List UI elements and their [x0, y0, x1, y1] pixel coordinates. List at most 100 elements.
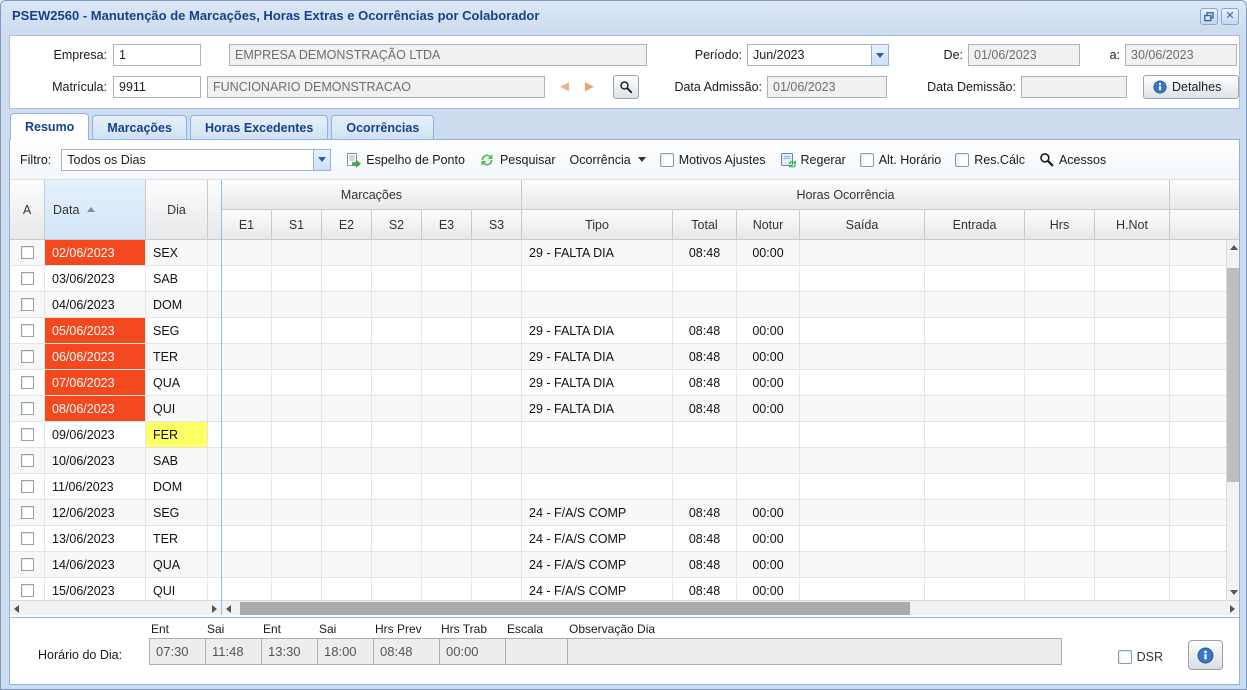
grid-row[interactable]: 07/06/2023QUA [10, 370, 221, 396]
dsr-checkbox-box[interactable] [1118, 650, 1132, 664]
grid-row[interactable]: 09/06/2023FER [10, 422, 221, 448]
prev-record-icon[interactable]: ◄ [557, 75, 572, 99]
row-select-checkbox[interactable] [21, 454, 34, 467]
motivos-ajustes-checkbox-box[interactable] [660, 153, 674, 167]
column-header-h-not[interactable]: H.Not [1095, 210, 1170, 240]
column-header-hrs[interactable]: Hrs [1025, 210, 1095, 240]
acessos-button[interactable]: Acessos [1039, 152, 1106, 167]
scroll-up-icon[interactable] [1227, 240, 1240, 255]
cell-data[interactable]: 03/06/2023 [45, 266, 146, 292]
day-info-button[interactable] [1188, 640, 1223, 670]
cell-data[interactable]: 05/06/2023 [45, 318, 146, 344]
scroll-down-icon[interactable] [1227, 585, 1240, 600]
column-header-data[interactable]: Data [45, 180, 146, 240]
close-window-icon[interactable]: ✕ [1221, 8, 1239, 25]
scroll-right-icon[interactable] [208, 601, 221, 616]
cell-data[interactable]: 12/06/2023 [45, 500, 146, 526]
grid-row[interactable] [222, 474, 1226, 500]
cell-data[interactable]: 08/06/2023 [45, 396, 146, 422]
detalhes-button[interactable]: Detalhes [1143, 75, 1239, 99]
grid-row[interactable]: 15/06/2023QUI [10, 578, 221, 600]
grid-row[interactable]: 24 - F/A/S COMP08:4800:00 [222, 578, 1226, 600]
periodo-combo-caret-icon[interactable] [871, 44, 889, 66]
row-select-checkbox[interactable] [21, 350, 34, 363]
column-header-total[interactable]: Total [673, 210, 737, 240]
vertical-scroll-thumb[interactable] [1227, 268, 1239, 482]
grid-row[interactable]: 29 - FALTA DIA08:4800:00 [222, 344, 1226, 370]
pesquisar-button[interactable]: Pesquisar [479, 152, 556, 168]
column-header-dia[interactable]: Dia [146, 180, 208, 240]
row-select-checkbox[interactable] [21, 376, 34, 389]
row-select-checkbox[interactable] [21, 324, 34, 337]
tab-horas-excedentes[interactable]: Horas Excedentes [190, 115, 328, 140]
row-select-checkbox[interactable] [21, 480, 34, 493]
column-header-notur[interactable]: Notur [737, 210, 800, 240]
grid-row[interactable] [222, 266, 1226, 292]
column-header-entrada[interactable]: Entrada [925, 210, 1025, 240]
cell-data[interactable]: 07/06/2023 [45, 370, 146, 396]
column-header-e2[interactable]: E2 [322, 210, 372, 240]
dsr-checkbox[interactable]: DSR [1118, 650, 1163, 664]
grid-row[interactable]: 24 - F/A/S COMP08:4800:00 [222, 526, 1226, 552]
alt-horario-checkbox-box[interactable] [860, 153, 874, 167]
grid-row[interactable] [222, 448, 1226, 474]
row-select-checkbox[interactable] [21, 428, 34, 441]
grid-row[interactable]: 11/06/2023DOM [10, 474, 221, 500]
scroll-left-icon[interactable] [222, 601, 235, 616]
row-select-checkbox[interactable] [21, 558, 34, 571]
alt-horario-checkbox[interactable]: Alt. Horário [860, 153, 942, 167]
next-record-icon[interactable]: ► [582, 75, 597, 99]
res-calc-checkbox[interactable]: Res.Cálc [955, 153, 1025, 167]
column-header-s1[interactable]: S1 [272, 210, 322, 240]
vertical-scrollbar[interactable] [1226, 240, 1239, 600]
tab-resumo[interactable]: Resumo [10, 113, 89, 140]
periodo-combo-value[interactable]: Jun/2023 [747, 44, 871, 66]
grid-row[interactable]: 03/06/2023SAB [10, 266, 221, 292]
row-select-checkbox[interactable] [21, 532, 34, 545]
row-select-checkbox[interactable] [21, 402, 34, 415]
filtro-combo-caret-icon[interactable] [313, 149, 331, 171]
grid-row[interactable] [222, 422, 1226, 448]
grid-row[interactable]: 02/06/2023SEX [10, 240, 221, 266]
column-header-a[interactable]: A [10, 180, 45, 240]
espelho-de-ponto-button[interactable]: Espelho de Ponto [345, 152, 465, 168]
matricula-input[interactable]: 9911 [113, 76, 201, 98]
grid-row[interactable]: 29 - FALTA DIA08:4800:00 [222, 318, 1226, 344]
cell-data[interactable]: 14/06/2023 [45, 552, 146, 578]
grid-row[interactable]: 29 - FALTA DIA08:4800:00 [222, 240, 1226, 266]
scroll-right-icon[interactable] [1226, 601, 1239, 616]
grid-row[interactable]: 06/06/2023TER [10, 344, 221, 370]
employee-search-button[interactable] [613, 75, 639, 99]
grid-row[interactable]: 14/06/2023QUA [10, 552, 221, 578]
regerar-button[interactable]: Regerar [780, 152, 846, 168]
cell-data[interactable]: 09/06/2023 [45, 422, 146, 448]
column-header-tipo[interactable]: Tipo [522, 210, 673, 240]
column-header-s2[interactable]: S2 [372, 210, 422, 240]
cell-data[interactable]: 04/06/2023 [45, 292, 146, 318]
row-select-checkbox[interactable] [21, 506, 34, 519]
scroll-left-icon[interactable] [10, 601, 23, 616]
cell-data[interactable]: 11/06/2023 [45, 474, 146, 500]
restore-window-icon[interactable] [1200, 8, 1218, 25]
empresa-input[interactable]: 1 [113, 44, 201, 66]
filtro-combo-value[interactable]: Todos os Dias [61, 149, 313, 171]
cell-data[interactable]: 02/06/2023 [45, 240, 146, 266]
column-header-e1[interactable]: E1 [222, 210, 272, 240]
grid-row[interactable]: 29 - FALTA DIA08:4800:00 [222, 370, 1226, 396]
column-header-s3[interactable]: S3 [472, 210, 522, 240]
column-header-sa-da[interactable]: Saída [800, 210, 925, 240]
grid-row[interactable]: 05/06/2023SEG [10, 318, 221, 344]
tab-marcações[interactable]: Marcações [92, 115, 187, 140]
grid-row[interactable]: 04/06/2023DOM [10, 292, 221, 318]
motivos-ajustes-checkbox[interactable]: Motivos Ajustes [660, 153, 766, 167]
ocorrencia-menu-button[interactable]: Ocorrência [570, 153, 646, 167]
grid-row[interactable]: 13/06/2023TER [10, 526, 221, 552]
cell-data[interactable]: 15/06/2023 [45, 578, 146, 600]
cell-data[interactable]: 10/06/2023 [45, 448, 146, 474]
grid-row[interactable]: 08/06/2023QUI [10, 396, 221, 422]
grid-row[interactable]: 29 - FALTA DIA08:4800:00 [222, 396, 1226, 422]
tab-ocorrências[interactable]: Ocorrências [331, 115, 434, 140]
horizontal-scrollbar-frozen[interactable] [10, 600, 221, 615]
filtro-combo[interactable]: Todos os Dias [61, 149, 331, 171]
res-calc-checkbox-box[interactable] [955, 153, 969, 167]
